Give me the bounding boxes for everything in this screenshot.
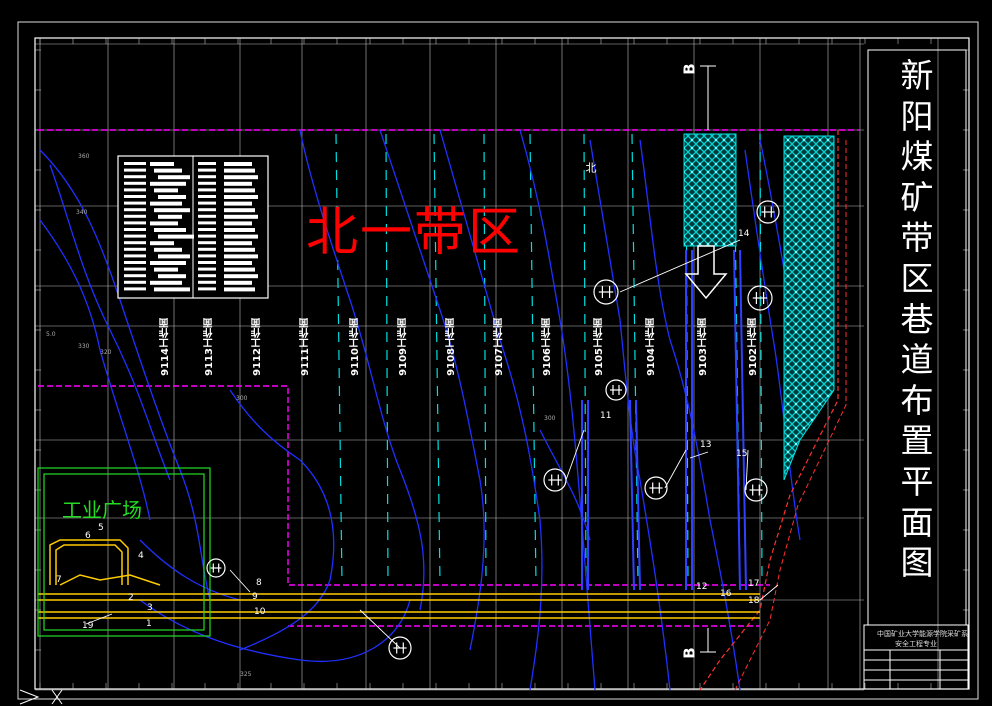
callout-9: 9 bbox=[252, 592, 258, 602]
svg-text:5.0: 5.0 bbox=[46, 331, 56, 338]
title-char: 布 bbox=[900, 380, 934, 420]
svg-text:300: 300 bbox=[236, 395, 248, 402]
svg-text:320: 320 bbox=[100, 349, 112, 356]
title-char: 道 bbox=[900, 340, 934, 380]
callout-14: 14 bbox=[738, 229, 750, 239]
callout-19: 19 bbox=[82, 621, 94, 631]
callout-5: 5 bbox=[98, 523, 104, 533]
callout-13: 13 bbox=[700, 440, 711, 450]
region-label: 北一带区 bbox=[306, 203, 523, 263]
title-char: 区 bbox=[900, 258, 934, 298]
callout-16: 16 bbox=[720, 589, 732, 599]
north-label: 北 bbox=[584, 162, 597, 173]
title-char: 阳 bbox=[900, 96, 934, 136]
callout-11: 11 bbox=[600, 411, 611, 421]
callout-12: 12 bbox=[696, 582, 707, 592]
workface-label: 9113工作面 bbox=[204, 318, 215, 376]
svg-text:330: 330 bbox=[78, 343, 90, 350]
drawing-title: 新阳煤矿带区巷道布置平面图 bbox=[872, 56, 962, 616]
workface-label: 9104工作面 bbox=[646, 318, 657, 376]
legend-table bbox=[117, 155, 269, 299]
goaf-area-left bbox=[683, 133, 737, 247]
industrial-yard-label: 工业广场 bbox=[62, 498, 142, 522]
callout-2: 2 bbox=[128, 593, 134, 603]
title-char: 新 bbox=[900, 56, 934, 95]
section-marker-bottom: B bbox=[680, 647, 699, 659]
title-char: 煤 bbox=[900, 137, 934, 177]
title-char: 图 bbox=[900, 543, 934, 583]
title-block-line1: 中国矿业大学能源学院采矿系 bbox=[877, 630, 968, 638]
workface-label: 9107工作面 bbox=[494, 318, 505, 376]
title-char: 平 bbox=[900, 461, 934, 501]
workface-label: 9105工作面 bbox=[594, 318, 605, 376]
callout-15: 15 bbox=[736, 449, 747, 459]
callout-4: 4 bbox=[138, 551, 144, 561]
workface-label: 9112工作面 bbox=[252, 318, 263, 376]
workface-label: 9114工作面 bbox=[160, 318, 171, 376]
title-char: 巷 bbox=[900, 299, 934, 339]
workface-label: 9106工作面 bbox=[542, 318, 553, 376]
callout-6: 6 bbox=[85, 531, 91, 541]
callout-1: 1 bbox=[146, 619, 152, 629]
workface-label: 9102工作面 bbox=[748, 318, 759, 376]
callout-18: 18 bbox=[748, 596, 760, 606]
workface-label: 9103工作面 bbox=[698, 318, 709, 376]
title-char: 面 bbox=[900, 502, 934, 542]
callout-7: 7 bbox=[56, 575, 62, 585]
section-marker-top: B bbox=[680, 63, 699, 75]
workface-label: 9108工作面 bbox=[446, 318, 457, 376]
callout-3: 3 bbox=[147, 603, 153, 613]
workface-label: 9109工作面 bbox=[398, 318, 409, 376]
leader-lines bbox=[85, 239, 779, 649]
svg-text:340: 340 bbox=[76, 209, 88, 216]
callout-17: 17 bbox=[748, 579, 759, 589]
title-char: 带 bbox=[900, 218, 934, 258]
ucs-icon bbox=[19, 689, 63, 705]
workface-label: 9110工作面 bbox=[350, 318, 361, 376]
callout-10: 10 bbox=[254, 607, 266, 617]
title-char: 置 bbox=[900, 421, 934, 461]
goaf-area-right bbox=[783, 135, 835, 481]
svg-text:325: 325 bbox=[240, 671, 252, 678]
svg-text:300: 300 bbox=[544, 415, 556, 422]
title-block-line2: 安全工程专业 bbox=[895, 640, 937, 648]
svg-text:360: 360 bbox=[78, 153, 90, 160]
title-char: 矿 bbox=[900, 177, 934, 217]
workface-label: 9111工作面 bbox=[300, 318, 311, 376]
callout-8: 8 bbox=[256, 578, 262, 588]
